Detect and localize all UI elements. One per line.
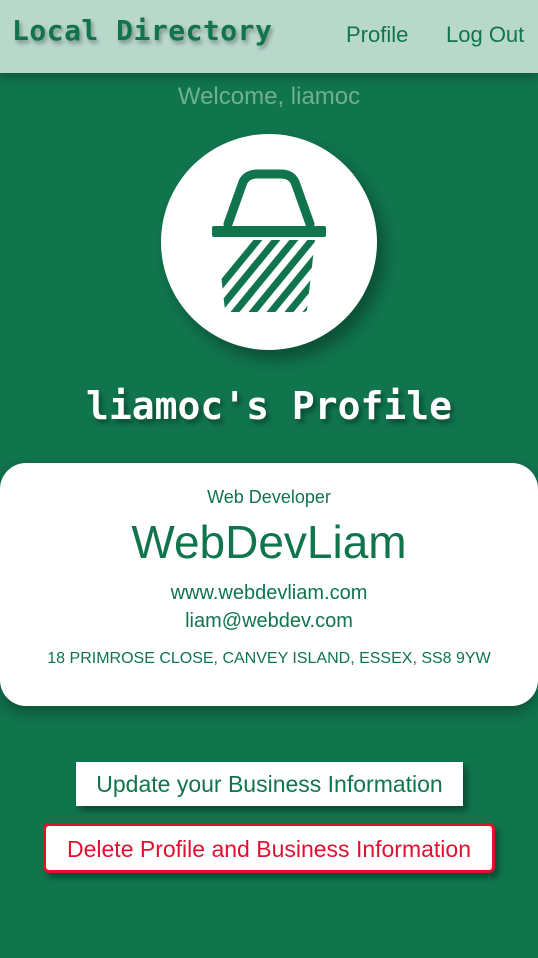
delete-profile-button[interactable]: Delete Profile and Business Information <box>43 823 495 873</box>
nav-profile-link[interactable]: Profile <box>346 22 408 48</box>
business-address: 18 PRIMROSE CLOSE, CANVEY ISLAND, ESSEX,… <box>47 650 491 667</box>
top-navbar: Local Directory Profile Log Out <box>0 0 538 73</box>
welcome-message: Welcome, liamoc <box>177 83 361 110</box>
business-card: Web Developer WebDevLiam www.webdevliam.… <box>0 463 538 706</box>
profile-title: liamoc's Profile <box>85 384 453 428</box>
nav-logout-link[interactable]: Log Out <box>446 22 524 48</box>
job-title: Web Developer <box>207 487 331 507</box>
avatar <box>161 134 377 350</box>
basket-icon <box>212 169 326 312</box>
brand-logo-text[interactable]: Local Directory <box>12 14 272 47</box>
business-name: WebDevLiam <box>131 516 407 568</box>
business-website[interactable]: www.webdevliam.com <box>0 582 538 605</box>
business-email[interactable]: liam@webdev.com <box>0 610 538 633</box>
update-business-button[interactable]: Update your Business Information <box>76 762 463 806</box>
